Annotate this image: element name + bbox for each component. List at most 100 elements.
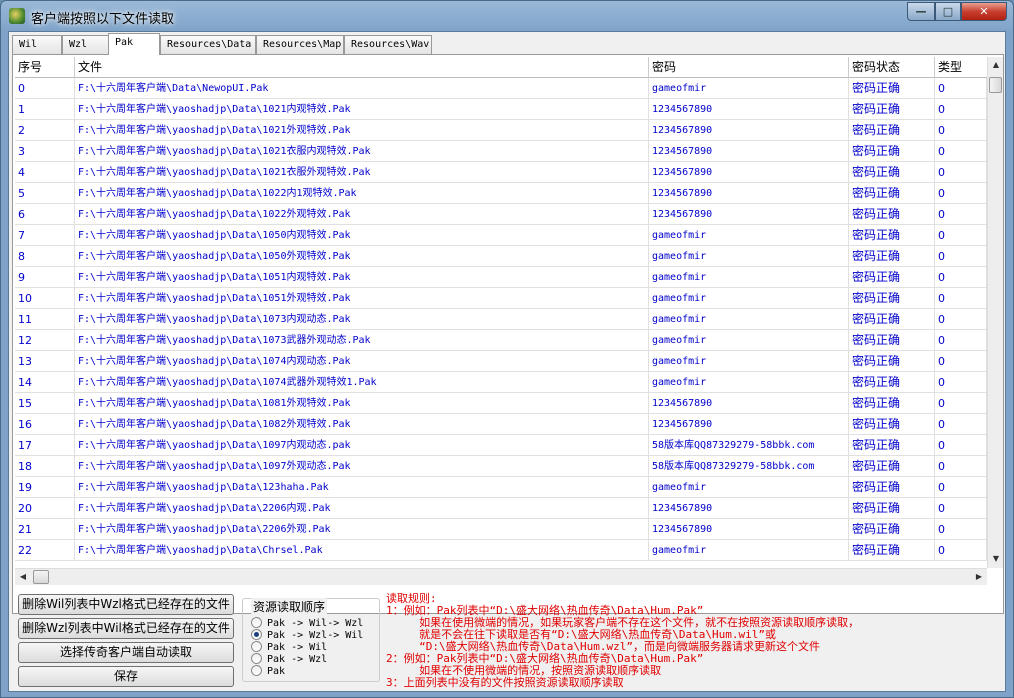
auto-read-client-button[interactable]: 选择传奇客户端自动读取 [18,642,234,663]
row-index: 22 [15,540,75,561]
row-file-path: F:\十六周年客户端\yaoshadjp\Data\1021衣服外观特效.Pak [75,162,649,183]
row-type: 0 [935,540,987,561]
tab-resources-wav[interactable]: Resources\Wav [344,35,432,54]
row-password-status: 密码正确 [849,204,935,225]
order-option-0[interactable]: Pak -> Wil-> Wzl [251,617,363,629]
table-row[interactable]: 14 F:\十六周年客户端\yaoshadjp\Data\1074武器外观特效1.… [15,372,987,393]
column-header-index[interactable]: 序号 [15,57,75,78]
table-row[interactable]: 18 F:\十六周年客户端\yaoshadjp\Data\1097外观动态.Pak… [15,456,987,477]
row-index: 14 [15,372,75,393]
row-file-path: F:\十六周年客户端\yaoshadjp\Data\1074武器外观特效1.Pa… [75,372,649,393]
delete-wil-duplicates-button[interactable]: 删除Wil列表中Wzl格式已经存在的文件 [18,594,234,615]
row-password: gameofmir [649,477,849,498]
scroll-left-arrow-icon[interactable]: ◀ [15,569,31,585]
row-password: 58版本库QQ87329279-58bbk.com [649,435,849,456]
table-row[interactable]: 21 F:\十六周年客户端\yaoshadjp\Data\2206外观.Pak 12… [15,519,987,540]
row-type: 0 [935,351,987,372]
tab-pak[interactable]: Pak [108,33,160,55]
row-index: 20 [15,498,75,519]
radio-selected-icon[interactable] [251,629,262,640]
scroll-down-arrow-icon[interactable]: ▼ [988,551,1004,567]
row-password-status: 密码正确 [849,540,935,561]
table-row[interactable]: 2 F:\十六周年客户端\yaoshadjp\Data\1021外观特效.Pak 1… [15,120,987,141]
table-row[interactable]: 1 F:\十六周年客户端\yaoshadjp\Data\1021内观特效.Pak 1… [15,99,987,120]
radio-icon[interactable] [251,665,262,676]
vertical-scrollbar[interactable]: ▲ ▼ [987,57,1003,568]
table-row[interactable]: 8 F:\十六周年客户端\yaoshadjp\Data\1050外观特效.Pak g… [15,246,987,267]
row-index: 19 [15,477,75,498]
row-type: 0 [935,246,987,267]
row-file-path: F:\十六周年客户端\yaoshadjp\Data\1022内1观特效.Pak [75,183,649,204]
table-row[interactable]: 11 F:\十六周年客户端\yaoshadjp\Data\1073内观动态.Pak… [15,309,987,330]
tab-wil[interactable]: Wil [12,35,62,54]
row-file-path: F:\十六周年客户端\yaoshadjp\Data\1097内观动态.pak [75,435,649,456]
row-index: 4 [15,162,75,183]
table-row[interactable]: 10 F:\十六周年客户端\yaoshadjp\Data\1051外观特效.Pak… [15,288,987,309]
order-option-1[interactable]: Pak -> Wzl-> Wil [251,629,363,641]
close-button[interactable]: ✕ [961,2,1007,21]
row-type: 0 [935,498,987,519]
order-option-2[interactable]: Pak -> Wil [251,641,327,653]
row-password-status: 密码正确 [849,120,935,141]
row-password: gameofmir [649,246,849,267]
column-header-password[interactable]: 密码 [649,57,849,78]
horizontal-scrollbar[interactable]: ◀ ▶ [15,568,987,585]
table-row[interactable]: 12 F:\十六周年客户端\yaoshadjp\Data\1073武器外观动态.P… [15,330,987,351]
row-type: 0 [935,225,987,246]
row-password: 1234567890 [649,141,849,162]
column-header-password-status[interactable]: 密码状态 [849,57,935,78]
minimize-button[interactable]: — [907,2,935,21]
tab-resources-data[interactable]: Resources\Data [160,35,256,54]
row-password: gameofmir [649,288,849,309]
radio-icon[interactable] [251,653,262,664]
row-password-status: 密码正确 [849,414,935,435]
bottom-panel: 删除Wil列表中Wzl格式已经存在的文件 删除Wzl列表中Wil格式已经存在的文… [9,590,1007,693]
table-row[interactable]: 3 F:\十六周年客户端\yaoshadjp\Data\1021衣服内观特效.Pa… [15,141,987,162]
radio-icon[interactable] [251,641,262,652]
radio-icon[interactable] [251,617,262,628]
scroll-right-arrow-icon[interactable]: ▶ [971,569,987,585]
column-header-type[interactable]: 类型 [935,57,987,78]
table-row[interactable]: 19 F:\十六周年客户端\yaoshadjp\Data\123haha.Pak g… [15,477,987,498]
tab-wzl[interactable]: Wzl [62,35,110,54]
table-row[interactable]: 22 F:\十六周年客户端\yaoshadjp\Data\Chrsel.Pak ga… [15,540,987,561]
order-option-3[interactable]: Pak -> Wzl [251,653,327,665]
maximize-button[interactable]: □ [935,2,961,21]
table-row[interactable]: 5 F:\十六周年客户端\yaoshadjp\Data\1022内1观特效.Pak… [15,183,987,204]
table-row[interactable]: 0 F:\十六周年客户端\Data\NewopUI.Pak gameofmir 密码正… [15,78,987,99]
table-row[interactable]: 16 F:\十六周年客户端\yaoshadjp\Data\1082外观特效.Pak… [15,414,987,435]
column-header-file[interactable]: 文件 [75,57,649,78]
row-type: 0 [935,183,987,204]
row-password: 1234567890 [649,498,849,519]
table-row[interactable]: 4 F:\十六周年客户端\yaoshadjp\Data\1021衣服外观特效.Pa… [15,162,987,183]
row-password-status: 密码正确 [849,519,935,540]
table-row[interactable]: 6 F:\十六周年客户端\yaoshadjp\Data\1022外观特效.Pak 1… [15,204,987,225]
save-button[interactable]: 保存 [18,666,234,687]
horizontal-scroll-thumb[interactable] [33,570,49,584]
row-password-status: 密码正确 [849,225,935,246]
table-row[interactable]: 13 F:\十六周年客户端\yaoshadjp\Data\1074内观动态.Pak… [15,351,987,372]
table-row[interactable]: 20 F:\十六周年客户端\yaoshadjp\Data\2206内观.Pak 12… [15,498,987,519]
table-row[interactable]: 9 F:\十六周年客户端\yaoshadjp\Data\1051内观特效.Pak g… [15,267,987,288]
row-type: 0 [935,141,987,162]
row-index: 7 [15,225,75,246]
client-area: Wil Wzl Pak Resources\Data Resources\Map… [8,31,1006,692]
tab-panel-pak: 序号 文件 密码 密码状态 类型 0 F:\十六周年客户端\Data\NewopU… [12,54,1004,614]
delete-wzl-duplicates-button[interactable]: 删除Wzl列表中Wil格式已经存在的文件 [18,618,234,639]
row-file-path: F:\十六周年客户端\Data\NewopUI.Pak [75,78,649,99]
table-row[interactable]: 7 F:\十六周年客户端\yaoshadjp\Data\1050内观特效.Pak g… [15,225,987,246]
title-bar[interactable]: 客户端按照以下文件读取 — □ ✕ [1,1,1013,31]
table-row[interactable]: 17 F:\十六周年客户端\yaoshadjp\Data\1097内观动态.pak… [15,435,987,456]
row-index: 11 [15,309,75,330]
row-file-path: F:\十六周年客户端\yaoshadjp\Data\1021衣服内观特效.Pak [75,141,649,162]
file-list-grid[interactable]: 序号 文件 密码 密码状态 类型 0 F:\十六周年客户端\Data\NewopU… [15,57,987,568]
row-file-path: F:\十六周年客户端\yaoshadjp\Data\1082外观特效.Pak [75,414,649,435]
scroll-up-arrow-icon[interactable]: ▲ [988,57,1004,73]
row-password-status: 密码正确 [849,309,935,330]
tab-resources-map[interactable]: Resources\Map [256,35,344,54]
row-type: 0 [935,120,987,141]
row-password-status: 密码正确 [849,456,935,477]
vertical-scroll-thumb[interactable] [989,77,1002,93]
order-option-4[interactable]: Pak [251,665,285,677]
table-row[interactable]: 15 F:\十六周年客户端\yaoshadjp\Data\1081外观特效.Pak… [15,393,987,414]
